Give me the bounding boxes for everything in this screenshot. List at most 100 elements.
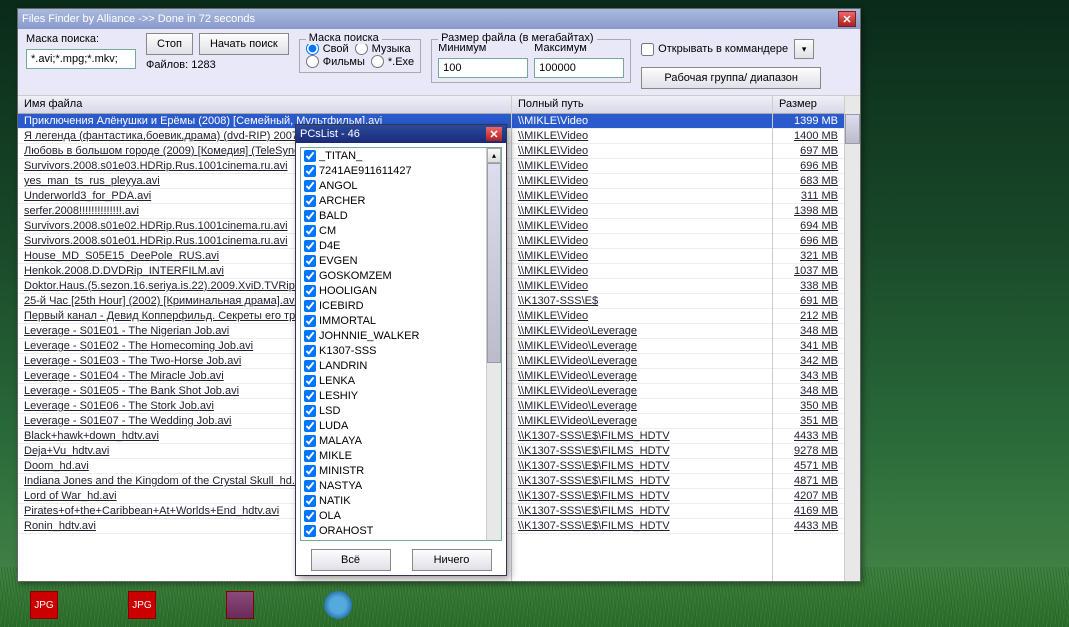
table-row[interactable]: \\MIKLE\Video (512, 144, 772, 159)
pc-checkbox[interactable] (304, 495, 316, 507)
desktop-icon-jpg[interactable] (128, 591, 156, 619)
table-row[interactable]: 9278 MB (773, 444, 844, 459)
pc-checkbox[interactable] (304, 510, 316, 522)
table-row[interactable]: 341 MB (773, 339, 844, 354)
scroll-up-icon[interactable]: ▴ (487, 148, 501, 163)
pc-checkbox[interactable] (304, 405, 316, 417)
table-row[interactable]: \\MIKLE\Video (512, 159, 772, 174)
col-header-name[interactable]: Имя файла (18, 96, 511, 114)
pc-list-item[interactable]: IMMORTAL (301, 313, 501, 328)
table-row[interactable]: 4433 MB (773, 429, 844, 444)
table-row[interactable]: \\MIKLE\Video (512, 219, 772, 234)
table-row[interactable]: \\K1307-SSS\E$\FILMS_HDTV (512, 474, 772, 489)
pc-checkbox[interactable] (304, 225, 316, 237)
desktop-icon-rar[interactable] (226, 591, 254, 619)
min-input[interactable] (438, 58, 528, 78)
table-row[interactable]: \\MIKLE\Video\Leverage (512, 399, 772, 414)
table-row[interactable]: 1398 MB (773, 204, 844, 219)
pc-checkbox[interactable] (304, 315, 316, 327)
search-mask-input[interactable] (26, 49, 136, 69)
pc-list-item[interactable]: MALAYA (301, 433, 501, 448)
table-row[interactable]: 343 MB (773, 369, 844, 384)
pc-list-item[interactable]: EVGEN (301, 253, 501, 268)
table-row[interactable]: 4207 MB (773, 489, 844, 504)
table-row[interactable]: \\K1307-SSS\E$ (512, 294, 772, 309)
table-row[interactable]: \\MIKLE\Video (512, 264, 772, 279)
vertical-scrollbar[interactable] (844, 96, 860, 581)
open-commander-checkbox[interactable]: Открывать в коммандере (641, 43, 788, 56)
table-row[interactable]: 348 MB (773, 384, 844, 399)
table-row[interactable]: \\K1307-SSS\E$\FILMS_HDTV (512, 459, 772, 474)
pc-checkbox[interactable] (304, 165, 316, 177)
pc-list-item[interactable]: MINISTR (301, 463, 501, 478)
table-row[interactable]: \\MIKLE\Video\Leverage (512, 324, 772, 339)
table-row[interactable]: 1037 MB (773, 264, 844, 279)
close-icon[interactable]: ✕ (838, 11, 856, 27)
popup-titlebar[interactable]: PCsList - 46 ✕ (296, 125, 506, 143)
table-row[interactable]: 691 MB (773, 294, 844, 309)
popup-close-icon[interactable]: ✕ (486, 127, 502, 141)
pc-checkbox[interactable] (304, 525, 316, 537)
table-row[interactable]: 4433 MB (773, 519, 844, 534)
pc-checkbox[interactable] (304, 465, 316, 477)
pc-list-item[interactable]: BALD (301, 208, 501, 223)
table-row[interactable]: 1399 MB (773, 114, 844, 129)
pc-list-item[interactable]: NATIK (301, 493, 501, 508)
table-row[interactable]: \\MIKLE\Video (512, 234, 772, 249)
pc-checkbox[interactable] (304, 285, 316, 297)
table-row[interactable]: 1400 MB (773, 129, 844, 144)
stop-button[interactable]: Стоп (146, 33, 193, 55)
pc-list-item[interactable]: MIKLE (301, 448, 501, 463)
table-row[interactable]: 350 MB (773, 399, 844, 414)
pc-list-item[interactable]: ICEBIRD (301, 298, 501, 313)
table-row[interactable]: \\K1307-SSS\E$\FILMS_HDTV (512, 489, 772, 504)
select-all-button[interactable]: Всё (311, 549, 391, 571)
radio-exe[interactable]: *.Exe (371, 55, 414, 68)
table-row[interactable]: 212 MB (773, 309, 844, 324)
pc-checkbox[interactable] (304, 270, 316, 282)
table-row[interactable]: 683 MB (773, 174, 844, 189)
table-row[interactable]: \\MIKLE\Video (512, 189, 772, 204)
pc-list-item[interactable]: LUDA (301, 418, 501, 433)
table-row[interactable]: \\MIKLE\Video (512, 204, 772, 219)
table-row[interactable]: \\MIKLE\Video\Leverage (512, 384, 772, 399)
table-row[interactable]: \\MIKLE\Video\Leverage (512, 369, 772, 384)
pc-list-item[interactable]: 7241AE911611427 (301, 163, 501, 178)
pc-list-item[interactable]: GOSKOMZEM (301, 268, 501, 283)
table-row[interactable]: \\MIKLE\Video\Leverage (512, 354, 772, 369)
popup-scrollbar[interactable]: ▴ (486, 148, 501, 540)
pc-checkbox[interactable] (304, 540, 316, 542)
table-row[interactable]: 351 MB (773, 414, 844, 429)
pc-checkbox[interactable] (304, 360, 316, 372)
dropdown-toggle-icon[interactable]: ▾ (794, 39, 814, 59)
pc-list-item[interactable]: CM (301, 223, 501, 238)
pc-list-item[interactable]: ANGOL (301, 178, 501, 193)
pc-checkbox[interactable] (304, 345, 316, 357)
table-row[interactable]: 4571 MB (773, 459, 844, 474)
table-row[interactable]: 348 MB (773, 324, 844, 339)
table-row[interactable]: 4871 MB (773, 474, 844, 489)
max-input[interactable] (534, 58, 624, 78)
pc-checkbox[interactable] (304, 195, 316, 207)
pc-list-item[interactable]: LANDRIN (301, 358, 501, 373)
pc-list-item[interactable]: LSD (301, 403, 501, 418)
pc-checkbox[interactable] (304, 255, 316, 267)
titlebar[interactable]: Files Finder by Alliance ->> Done in 72 … (18, 9, 860, 29)
table-row[interactable]: \\MIKLE\Video (512, 114, 772, 129)
desktop-icon-jpg[interactable] (30, 591, 58, 619)
table-row[interactable]: \\K1307-SSS\E$\FILMS_HDTV (512, 519, 772, 534)
pc-checkbox[interactable] (304, 150, 316, 162)
table-row[interactable]: \\MIKLE\Video (512, 174, 772, 189)
pc-checkbox[interactable] (304, 480, 316, 492)
pc-list-item[interactable]: K1307-SSS (301, 343, 501, 358)
start-search-button[interactable]: Начать поиск (199, 33, 289, 55)
table-row[interactable]: 4169 MB (773, 504, 844, 519)
pc-checkbox[interactable] (304, 435, 316, 447)
pc-checkbox[interactable] (304, 210, 316, 222)
pc-checkbox[interactable] (304, 240, 316, 252)
table-row[interactable]: \\MIKLE\Video (512, 249, 772, 264)
pc-list-item[interactable]: D4E (301, 238, 501, 253)
pc-checkbox[interactable] (304, 300, 316, 312)
workgroup-button[interactable]: Рабочая группа/ диапазон (641, 67, 821, 89)
table-row[interactable]: \\MIKLE\Video (512, 129, 772, 144)
